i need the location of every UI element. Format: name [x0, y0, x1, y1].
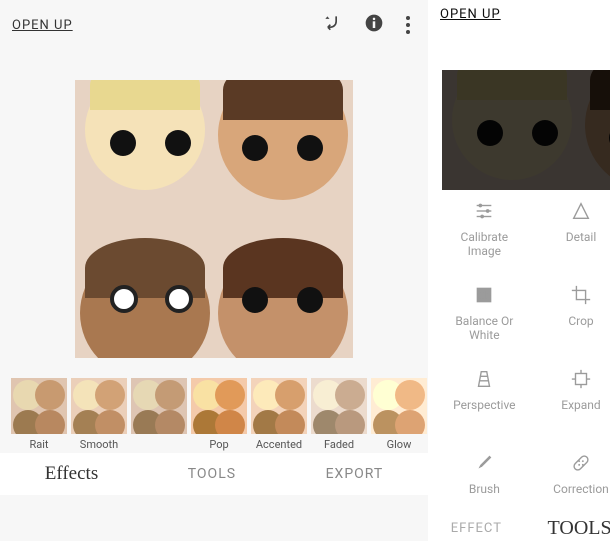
tool-correction[interactable]: Correction [533, 452, 610, 510]
sliders-icon [473, 200, 495, 222]
image-preview[interactable] [0, 50, 428, 368]
tool-expand[interactable]: Expand [533, 368, 610, 426]
open-up-link[interactable]: OPEN UP [12, 18, 73, 33]
filter-glow[interactable]: Glow [370, 378, 428, 453]
crop-icon [570, 284, 592, 306]
healing-icon [570, 452, 592, 474]
filter-item[interactable] [130, 378, 188, 453]
filter-rait[interactable]: Rait [10, 378, 68, 453]
tool-label: Calibrate Image [444, 230, 524, 258]
undo-icon[interactable] [322, 13, 342, 37]
tool-label: Perspective [453, 398, 515, 426]
photo [75, 80, 353, 358]
tool-label: Crop [568, 314, 593, 342]
filter-label: Rait [29, 438, 48, 453]
tab-tools[interactable]: TOOLS [548, 517, 610, 540]
filter-label: Faded [324, 438, 354, 453]
filter-faded[interactable]: Faded [310, 378, 368, 453]
tool-label: Balance Or White [444, 314, 524, 342]
filter-label: Glow [387, 438, 412, 453]
wb-icon: WB [473, 284, 495, 306]
tool-label: Correction [553, 482, 609, 510]
filter-label: Smooth [80, 438, 118, 453]
bottom-tabs: EFFECT TOOLS EXPORT [428, 516, 610, 541]
effects-screen: OPEN UP [0, 0, 428, 541]
filter-label: Accented [256, 438, 302, 453]
info-icon[interactable] [364, 13, 384, 37]
tool-crop[interactable]: Crop [533, 284, 610, 342]
brush-icon [473, 452, 495, 474]
tools-grid: Calibrate Image Detail Curve WB Balance … [428, 180, 610, 516]
tools-screen: OPEN UP Calibr [428, 0, 610, 541]
open-up-link[interactable]: OPEN UP [440, 7, 501, 22]
perspective-icon [473, 368, 495, 390]
bottom-tabs: Effects TOOLS EXPORT [0, 453, 428, 495]
expand-icon [570, 368, 592, 390]
tool-detail[interactable]: Detail [533, 200, 610, 258]
tool-white-balance[interactable]: WB Balance Or White [436, 284, 533, 342]
tool-label: Expand [561, 398, 600, 426]
svg-text:WB: WB [478, 291, 490, 301]
tool-calibrate[interactable]: Calibrate Image [436, 200, 533, 258]
filter-smooth[interactable]: Smooth [70, 378, 128, 453]
photo [442, 70, 610, 190]
topbar-icons [322, 13, 416, 37]
filter-label: Pop [209, 438, 228, 453]
filter-strip: Rait Smooth Pop Accented Faded [0, 368, 428, 453]
tab-export[interactable]: EXPORT [326, 466, 384, 482]
topbar: OPEN UP [0, 0, 428, 50]
tool-perspective[interactable]: Perspective [436, 368, 533, 426]
image-preview-dimmed [428, 40, 610, 180]
tool-label: Brush [469, 482, 500, 510]
tab-effects[interactable]: EFFECT [451, 521, 502, 536]
tool-label: Detail [566, 230, 597, 258]
tab-effects[interactable]: Effects [45, 463, 98, 485]
tab-tools[interactable]: TOOLS [188, 466, 236, 482]
filter-accented[interactable]: Accented [250, 378, 308, 453]
filter-pop[interactable]: Pop [190, 378, 248, 453]
triangle-icon [570, 200, 592, 222]
topbar: OPEN UP [428, 0, 610, 30]
tool-brush[interactable]: Brush [436, 452, 533, 510]
more-icon[interactable] [406, 16, 410, 34]
